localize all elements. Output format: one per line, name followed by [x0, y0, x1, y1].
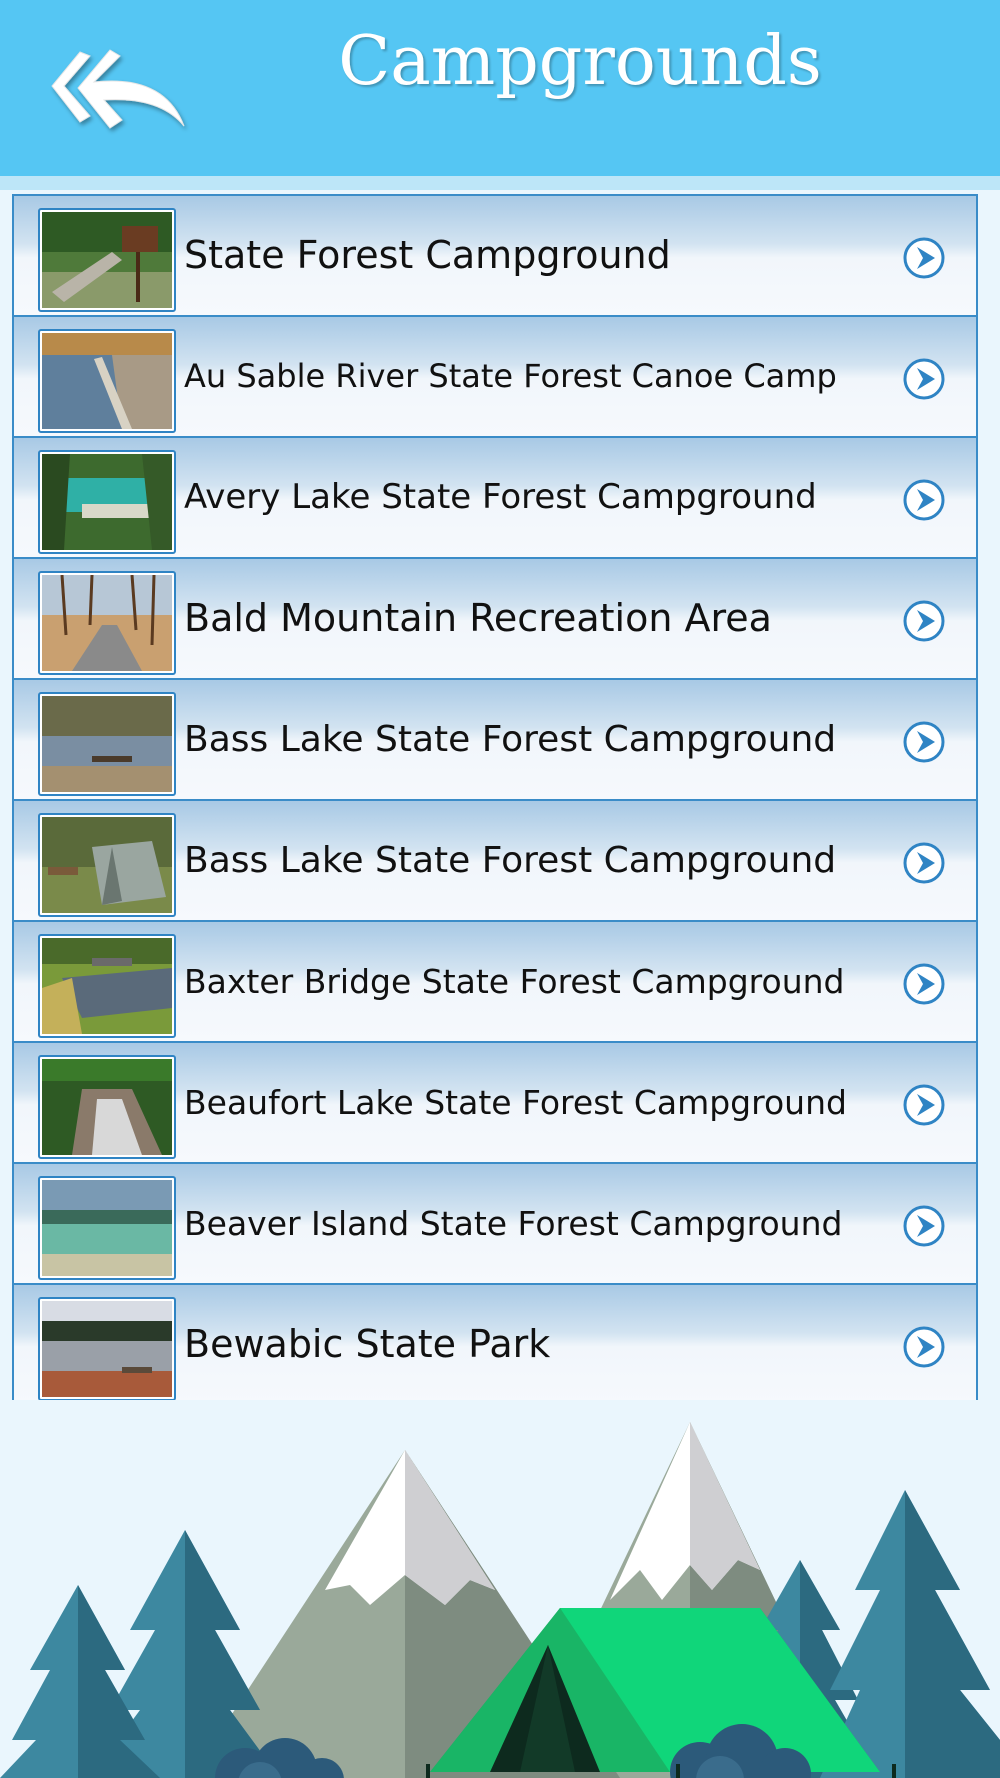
chevron-right-icon[interactable]	[902, 841, 946, 885]
chevron-right-icon[interactable]	[902, 1325, 946, 1369]
back-button[interactable]	[50, 42, 190, 142]
list-item[interactable]: State Forest Campground	[12, 194, 978, 315]
header-bar: Campgrounds	[0, 0, 1000, 176]
thumbnail-image	[38, 1176, 176, 1280]
chevron-right-icon[interactable]	[902, 599, 946, 643]
list-item[interactable]: Beaver Island State Forest Campground	[12, 1162, 978, 1283]
thumbnail-image	[38, 1055, 176, 1159]
row-label: Bewabic State Park	[184, 1322, 551, 1366]
row-label: Beaufort Lake State Forest Campground	[184, 1083, 847, 1122]
thumbnail-image	[38, 934, 176, 1038]
row-label: Bald Mountain Recreation Area	[184, 596, 772, 640]
chevron-right-icon[interactable]	[902, 962, 946, 1006]
chevron-right-icon[interactable]	[902, 1083, 946, 1127]
mountains-trees-tent-illustration	[0, 1400, 1000, 1778]
thumbnail-image	[38, 692, 176, 796]
row-label: Beaver Island State Forest Campground	[184, 1204, 843, 1243]
thumbnail-image	[38, 571, 176, 675]
list-item[interactable]: Bewabic State Park	[12, 1283, 978, 1400]
list-item[interactable]: Au Sable River State Forest Canoe Camp	[12, 315, 978, 436]
thumbnail-image	[38, 813, 176, 917]
row-label: Baxter Bridge State Forest Campground	[184, 962, 845, 1001]
row-label: Au Sable River State Forest Canoe Camp	[184, 357, 837, 395]
list-item[interactable]: Bass Lake State Forest Campground	[12, 799, 978, 920]
thumbnail-image	[38, 208, 176, 312]
chevron-right-icon[interactable]	[902, 357, 946, 401]
chevron-right-icon[interactable]	[902, 478, 946, 522]
row-label: State Forest Campground	[184, 233, 671, 277]
chevron-right-icon[interactable]	[902, 1204, 946, 1248]
chevron-right-icon[interactable]	[902, 236, 946, 280]
chevron-right-icon[interactable]	[902, 720, 946, 764]
header-divider	[0, 176, 1000, 190]
thumbnail-image	[38, 329, 176, 433]
row-label: Bass Lake State Forest Campground	[184, 719, 837, 760]
thumbnail-image	[38, 450, 176, 554]
double-back-arrow-icon	[51, 49, 185, 129]
list-item[interactable]: Baxter Bridge State Forest Campground	[12, 920, 978, 1041]
list-item[interactable]: Beaufort Lake State Forest Campground	[12, 1041, 978, 1162]
row-label: Bass Lake State Forest Campground	[184, 840, 837, 881]
list-item[interactable]: Bald Mountain Recreation Area	[12, 557, 978, 678]
list-item[interactable]: Avery Lake State Forest Campground	[12, 436, 978, 557]
list-item[interactable]: Bass Lake State Forest Campground	[12, 678, 978, 799]
page-title: Campgrounds	[338, 22, 822, 101]
campground-list[interactable]: State Forest Campground Au Sable River S…	[12, 194, 978, 1400]
row-label: Avery Lake State Forest Campground	[184, 477, 817, 517]
thumbnail-image	[38, 1297, 176, 1400]
